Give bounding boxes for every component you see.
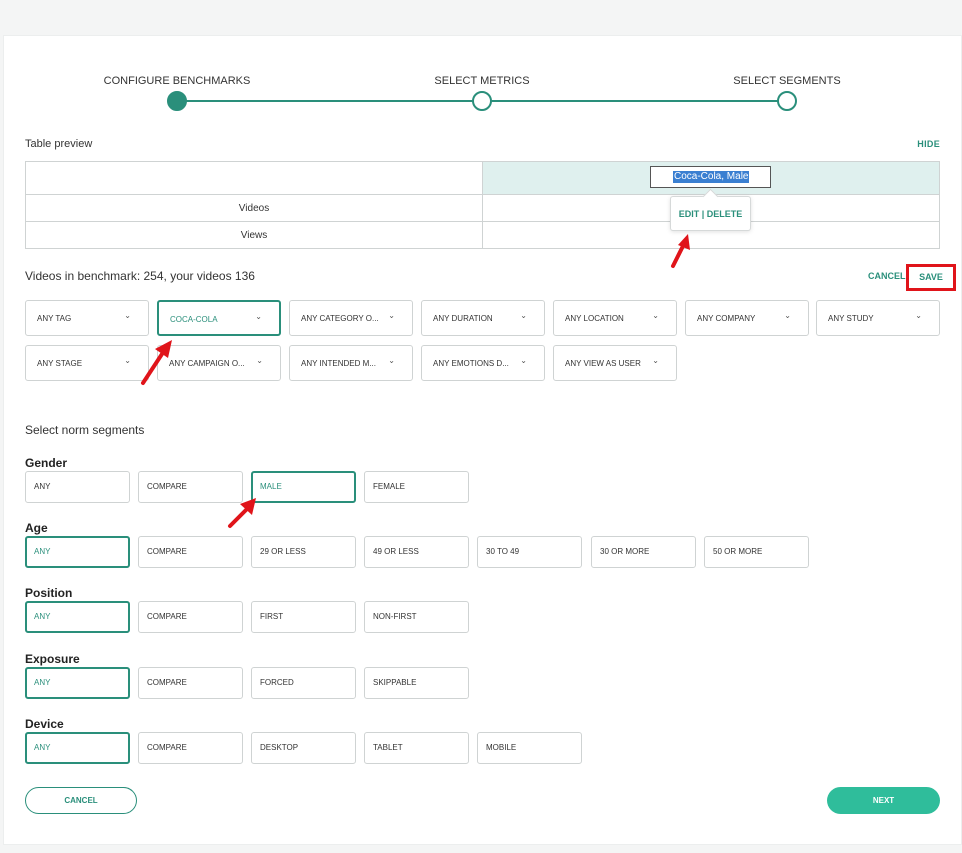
filter-dropdown-label: ANY LOCATION bbox=[565, 314, 624, 323]
filter-dropdown[interactable]: ANY STUDY ⌄ bbox=[816, 300, 940, 336]
chevron-down-icon: ⌄ bbox=[652, 311, 659, 320]
segment-option-button[interactable]: COMPARE bbox=[138, 732, 243, 764]
chevron-down-icon: ⌄ bbox=[255, 312, 262, 321]
filter-dropdown-label: ANY DURATION bbox=[433, 314, 493, 323]
chevron-down-icon: ⌄ bbox=[124, 311, 131, 320]
benchmark-summary: Videos in benchmark: 254, your videos 13… bbox=[25, 269, 255, 283]
segment-option-button[interactable]: NON-FIRST bbox=[364, 601, 469, 633]
segment-option-button[interactable]: ANY bbox=[25, 601, 130, 633]
filter-dropdown-label: COCA-COLA bbox=[170, 315, 218, 324]
filter-dropdown-label: ANY VIEW AS USER bbox=[565, 359, 641, 368]
chevron-down-icon: ⌄ bbox=[520, 356, 527, 365]
segment-option-button[interactable]: ANY bbox=[25, 667, 130, 699]
table-corner-cell bbox=[25, 161, 483, 195]
chevron-down-icon: ⌄ bbox=[784, 311, 791, 320]
filter-dropdown[interactable]: ANY VIEW AS USER ⌄ bbox=[553, 345, 677, 381]
filter-dropdown-label: ANY CATEGORY O... bbox=[301, 314, 379, 323]
step-label-metrics: SELECT METRICS bbox=[434, 75, 530, 87]
segment-option-button[interactable]: TABLET bbox=[364, 732, 469, 764]
table-preview-title: Table preview bbox=[25, 138, 93, 150]
segment-group-title: Age bbox=[25, 521, 48, 535]
segment-option-button[interactable]: FIRST bbox=[251, 601, 356, 633]
chevron-down-icon: ⌄ bbox=[915, 311, 922, 320]
segment-option-button[interactable]: ANY bbox=[25, 732, 130, 764]
filter-dropdown[interactable]: ANY TAG ⌄ bbox=[25, 300, 149, 336]
cancel-button[interactable]: CANCEL bbox=[25, 787, 137, 814]
filter-dropdown-label: ANY TAG bbox=[37, 314, 72, 323]
filter-dropdown[interactable]: ANY EMOTIONS D... ⌄ bbox=[421, 345, 545, 381]
filter-dropdown[interactable]: ANY COMPANY ⌄ bbox=[685, 300, 809, 336]
segment-option-button[interactable]: MOBILE bbox=[477, 732, 582, 764]
segment-option-button[interactable]: 30 OR MORE bbox=[591, 536, 696, 568]
column-name-selected-text: Coca-Cola, Male bbox=[673, 171, 750, 183]
preview-table: Videos Views bbox=[25, 161, 940, 249]
filter-dropdown-label: ANY COMPANY bbox=[697, 314, 756, 323]
segment-group-title: Exposure bbox=[25, 652, 80, 666]
segment-option-button[interactable]: DESKTOP bbox=[251, 732, 356, 764]
step-label-segments: SELECT SEGMENTS bbox=[733, 75, 841, 87]
edit-delete-tooltip[interactable]: EDIT | DELETE bbox=[670, 196, 751, 231]
filter-dropdown-label: ANY CAMPAIGN O... bbox=[169, 359, 245, 368]
annotation-arrow-icon bbox=[228, 498, 256, 528]
step-dot-metrics[interactable] bbox=[472, 91, 492, 111]
benchmark-config-panel bbox=[3, 35, 962, 845]
segment-group-title: Device bbox=[25, 717, 64, 731]
filter-dropdown[interactable]: ANY LOCATION ⌄ bbox=[553, 300, 677, 336]
segment-option-button[interactable]: COMPARE bbox=[138, 536, 243, 568]
cancel-benchmark-link[interactable]: CANCEL bbox=[868, 271, 906, 281]
filter-dropdown-label: ANY EMOTIONS D... bbox=[433, 359, 509, 368]
table-row-label: Videos bbox=[25, 194, 483, 222]
filter-dropdown[interactable]: ANY STAGE ⌄ bbox=[25, 345, 149, 381]
filter-dropdown[interactable]: COCA-COLA ⌄ bbox=[157, 300, 281, 336]
annotation-arrow-icon bbox=[141, 340, 172, 385]
chevron-down-icon: ⌄ bbox=[388, 356, 395, 365]
step-label-configure: CONFIGURE BENCHMARKS bbox=[103, 75, 251, 87]
segment-group-title: Gender bbox=[25, 456, 68, 470]
filter-dropdown-label: ANY STAGE bbox=[37, 359, 83, 368]
filter-dropdown-label: ANY STUDY bbox=[828, 314, 874, 323]
segment-group-title: Position bbox=[25, 586, 73, 600]
save-benchmark-button[interactable]: SAVE bbox=[906, 264, 956, 291]
next-button[interactable]: NEXT bbox=[827, 787, 940, 814]
filter-dropdown[interactable]: ANY DURATION ⌄ bbox=[421, 300, 545, 336]
segment-option-button[interactable]: SKIPPABLE bbox=[364, 667, 469, 699]
annotation-arrow-icon bbox=[671, 234, 690, 268]
segment-option-button[interactable]: FEMALE bbox=[364, 471, 469, 503]
table-row: Views bbox=[25, 221, 940, 249]
table-row bbox=[25, 161, 940, 195]
step-dot-configure[interactable] bbox=[167, 91, 187, 111]
chevron-down-icon: ⌄ bbox=[652, 356, 659, 365]
segment-option-button[interactable]: 30 TO 49 bbox=[477, 536, 582, 568]
filter-dropdown-label: ANY INTENDED M... bbox=[301, 359, 376, 368]
chevron-down-icon: ⌄ bbox=[256, 356, 263, 365]
chevron-down-icon: ⌄ bbox=[388, 311, 395, 320]
filter-dropdown[interactable]: ANY INTENDED M... ⌄ bbox=[289, 345, 413, 381]
hide-preview-link[interactable]: HIDE bbox=[917, 139, 940, 149]
chevron-down-icon: ⌄ bbox=[124, 356, 131, 365]
norm-segments-title: Select norm segments bbox=[25, 423, 145, 437]
table-row: Videos bbox=[25, 194, 940, 222]
segment-option-button[interactable]: ANY bbox=[25, 471, 130, 503]
segment-option-button[interactable]: ANY bbox=[25, 536, 130, 568]
chevron-down-icon: ⌄ bbox=[520, 311, 527, 320]
segment-option-button[interactable]: COMPARE bbox=[138, 667, 243, 699]
table-row-label: Views bbox=[25, 221, 483, 249]
segment-option-button[interactable]: 49 OR LESS bbox=[364, 536, 469, 568]
column-name-input[interactable]: Coca-Cola, Male bbox=[650, 166, 771, 188]
filter-dropdown[interactable]: ANY CATEGORY O... ⌄ bbox=[289, 300, 413, 336]
segment-option-button[interactable]: COMPARE bbox=[138, 601, 243, 633]
segment-option-button[interactable]: MALE bbox=[251, 471, 356, 503]
segment-option-button[interactable]: 50 OR MORE bbox=[704, 536, 809, 568]
segment-option-button[interactable]: 29 OR LESS bbox=[251, 536, 356, 568]
step-dot-segments[interactable] bbox=[777, 91, 797, 111]
segment-option-button[interactable]: FORCED bbox=[251, 667, 356, 699]
